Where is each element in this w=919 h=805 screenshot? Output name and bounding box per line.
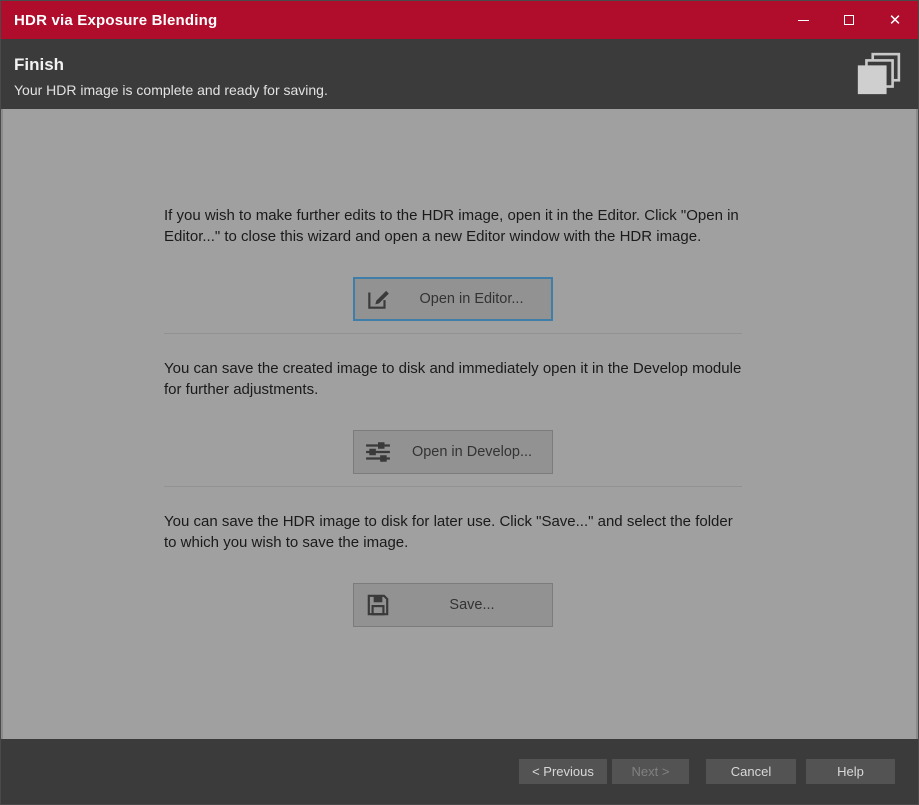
- previous-button[interactable]: < Previous: [519, 759, 607, 784]
- hdr-wizard-window: HDR via Exposure Blending ✕ Finish Your …: [0, 0, 919, 805]
- page-subtitle: Your HDR image is complete and ready for…: [14, 82, 328, 98]
- close-icon: ✕: [889, 13, 902, 28]
- edit-pencil-icon: [364, 285, 392, 313]
- editor-button-row: Open in Editor...: [164, 277, 742, 321]
- window-controls: ✕: [780, 1, 918, 39]
- header-texts: Finish Your HDR image is complete and re…: [14, 51, 328, 98]
- close-button[interactable]: ✕: [872, 1, 918, 39]
- help-button[interactable]: Help: [806, 759, 895, 784]
- save-label: Save...: [398, 597, 552, 613]
- open-in-develop-label: Open in Develop...: [398, 444, 552, 460]
- content-inner: If you wish to make further edits to the…: [164, 109, 742, 627]
- develop-sliders-icon: [364, 438, 392, 466]
- minimize-icon: [798, 20, 809, 21]
- stacked-images-icon: [856, 51, 902, 97]
- open-in-editor-button[interactable]: Open in Editor...: [353, 277, 553, 321]
- wizard-header: Finish Your HDR image is complete and re…: [1, 39, 918, 109]
- save-button[interactable]: Save...: [353, 583, 553, 627]
- editor-instructions-text: If you wish to make further edits to the…: [164, 205, 742, 247]
- next-button[interactable]: Next >: [612, 759, 689, 784]
- cancel-button[interactable]: Cancel: [706, 759, 796, 784]
- save-instructions-text: You can save the HDR image to disk for l…: [164, 511, 742, 553]
- section-divider: [164, 486, 742, 487]
- open-in-editor-label: Open in Editor...: [398, 291, 551, 307]
- section-divider: [164, 333, 742, 334]
- window-title: HDR via Exposure Blending: [1, 12, 217, 29]
- page-title: Finish: [14, 55, 328, 75]
- maximize-button[interactable]: [826, 1, 872, 39]
- save-button-row: Save...: [164, 583, 742, 627]
- open-in-develop-button[interactable]: Open in Develop...: [353, 430, 553, 474]
- save-floppy-icon: [364, 591, 392, 619]
- titlebar[interactable]: HDR via Exposure Blending ✕: [1, 1, 918, 39]
- develop-button-row: Open in Develop...: [164, 430, 742, 474]
- footer-bar: < Previous Next > Cancel Help: [1, 739, 918, 804]
- minimize-button[interactable]: [780, 1, 826, 39]
- maximize-icon: [844, 15, 854, 25]
- develop-instructions-text: You can save the created image to disk a…: [164, 358, 742, 400]
- wizard-content: If you wish to make further edits to the…: [1, 109, 918, 739]
